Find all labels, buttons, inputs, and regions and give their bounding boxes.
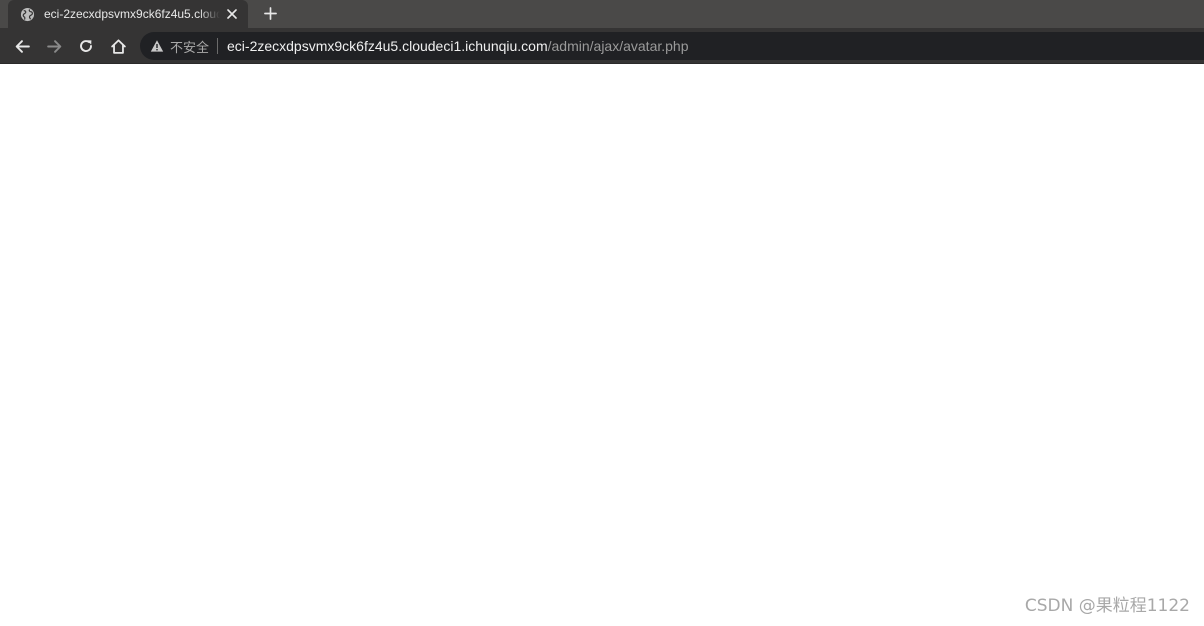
- toolbar: 不安全 eci-2zecxdpsvmx9ck6fz4u5.cloudeci1.i…: [0, 28, 1204, 64]
- csdn-watermark: CSDN @果粒程1122: [1024, 596, 1190, 616]
- globe-icon: [20, 7, 35, 22]
- reload-icon: [78, 38, 94, 54]
- url-host: eci-2zecxdpsvmx9ck6fz4u5.cloudeci1.ichun…: [227, 38, 548, 54]
- arrow-right-icon: [46, 38, 63, 55]
- close-icon[interactable]: [224, 6, 240, 22]
- url-text[interactable]: eci-2zecxdpsvmx9ck6fz4u5.cloudeci1.ichun…: [227, 38, 688, 54]
- back-button[interactable]: [9, 33, 35, 59]
- tab-title: eci-2zecxdpsvmx9ck6fz4u5.cloudeci1.ichun…: [44, 7, 220, 21]
- reload-button[interactable]: [73, 33, 99, 59]
- tab-active[interactable]: eci-2zecxdpsvmx9ck6fz4u5.cloudeci1.ichun…: [8, 0, 248, 28]
- url-path: /admin/ajax/avatar.php: [547, 38, 689, 54]
- new-tab-button[interactable]: [259, 2, 281, 24]
- warning-triangle-icon[interactable]: [150, 39, 164, 53]
- plus-icon: [263, 6, 277, 20]
- home-icon: [110, 38, 127, 55]
- browser-window: eci-2zecxdpsvmx9ck6fz4u5.cloudeci1.ichun…: [0, 0, 1204, 626]
- page-content: CSDN @果粒程1122: [0, 65, 1204, 626]
- home-button[interactable]: [105, 33, 131, 59]
- security-label[interactable]: 不安全: [170, 37, 209, 56]
- forward-button[interactable]: [41, 33, 67, 59]
- arrow-left-icon: [14, 38, 31, 55]
- tab-strip: eci-2zecxdpsvmx9ck6fz4u5.cloudeci1.ichun…: [0, 0, 1204, 28]
- address-bar[interactable]: 不安全 eci-2zecxdpsvmx9ck6fz4u5.cloudeci1.i…: [140, 32, 1204, 60]
- omnibox-divider: [217, 38, 219, 54]
